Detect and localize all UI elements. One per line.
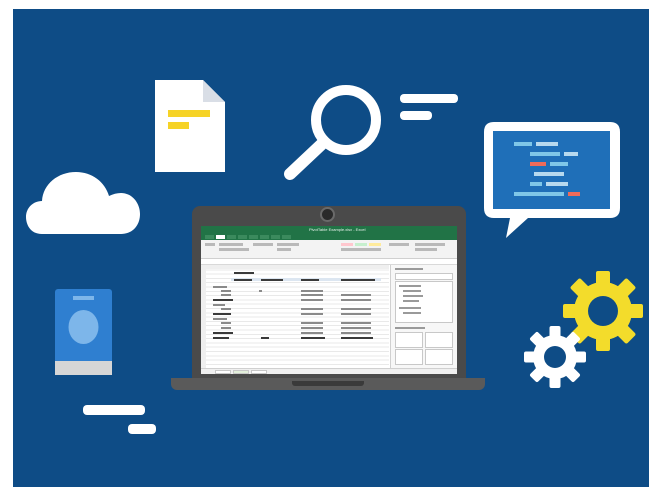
excel-column-headers bbox=[201, 265, 389, 269]
excel-window-title: PivotTable Example.xlsx - Excel bbox=[309, 227, 366, 232]
excel-row-headers bbox=[201, 265, 206, 368]
laptop-notch bbox=[292, 381, 364, 386]
document-icon bbox=[155, 80, 225, 172]
motion-line bbox=[83, 405, 145, 415]
cloud-icon bbox=[26, 172, 140, 234]
chat-bubble-code-icon bbox=[484, 122, 620, 238]
pivot-fields-pane bbox=[390, 265, 457, 368]
magnifying-glass-icon bbox=[284, 85, 381, 180]
motion-line bbox=[400, 94, 458, 103]
excel-ribbon bbox=[201, 240, 457, 259]
phone-icon bbox=[55, 289, 112, 375]
gear-small-icon bbox=[524, 326, 586, 388]
webcam-icon bbox=[320, 207, 335, 222]
excel-title-bar: PivotTable Example.xlsx - Excel bbox=[201, 226, 457, 234]
laptop-screen: PivotTable Example.xlsx - Excel bbox=[201, 226, 457, 374]
motion-line bbox=[128, 424, 156, 434]
motion-line bbox=[400, 111, 432, 120]
excel-sheet-tabs bbox=[201, 368, 457, 374]
